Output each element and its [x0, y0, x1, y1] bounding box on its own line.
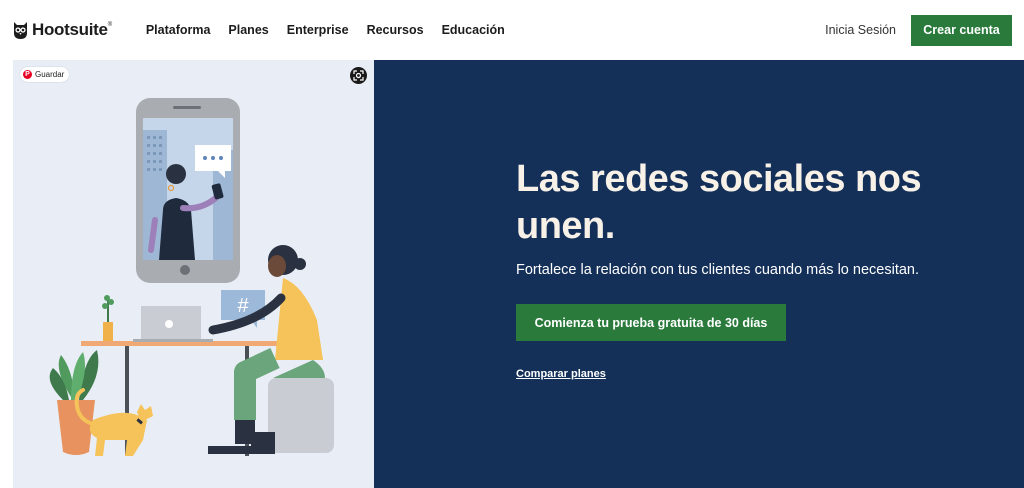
top-navbar: Hootsuite® Plataforma Planes Enterprise …	[0, 0, 1024, 60]
svg-text:#: #	[237, 295, 249, 317]
logo-wordmark: Hootsuite®	[32, 20, 112, 39]
hero-illustration: #	[49, 98, 334, 456]
visual-search-icon[interactable]	[350, 67, 367, 84]
hero-content: Las redes sociales nos unen. Fortalece l…	[374, 60, 1024, 488]
nav-item-recursos[interactable]: Recursos	[367, 23, 424, 37]
save-label: Guardar	[35, 70, 65, 79]
hero-illustration-panel: # P Guardar	[13, 60, 374, 488]
login-link[interactable]: Inicia Sesión	[825, 23, 896, 37]
nav-item-enterprise[interactable]: Enterprise	[287, 23, 349, 37]
free-trial-button[interactable]: Comienza tu prueba gratuita de 30 días	[516, 304, 786, 341]
hootsuite-logo[interactable]: Hootsuite®	[13, 20, 112, 40]
hero-title: Las redes sociales nos unen.	[516, 158, 922, 247]
compare-plans-link[interactable]: Comparar planes	[516, 368, 606, 380]
main-nav: Plataforma Planes Enterprise Recursos Ed…	[146, 23, 523, 37]
nav-item-planes[interactable]: Planes	[228, 23, 268, 37]
pinterest-save-button[interactable]: P Guardar	[20, 67, 70, 82]
nav-item-educacion[interactable]: Educación	[442, 23, 505, 37]
owl-logo-icon	[14, 22, 27, 39]
create-account-button[interactable]: Crear cuenta	[911, 14, 1012, 46]
nav-item-plataforma[interactable]: Plataforma	[146, 23, 211, 37]
hero-subtitle: Fortalece la relación con tus clientes c…	[516, 262, 919, 278]
pinterest-icon: P	[23, 70, 32, 79]
header-actions: Inicia Sesión Crear cuenta	[825, 14, 1012, 46]
